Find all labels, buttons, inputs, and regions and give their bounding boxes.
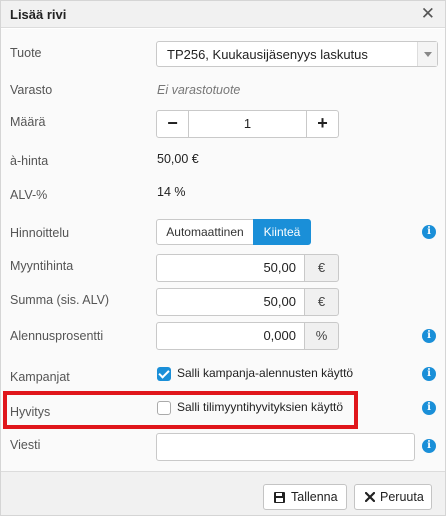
info-icon[interactable]: i (422, 401, 436, 415)
cancel-icon (365, 492, 375, 502)
add-row-dialog: Lisää rivi ✕ Tuote TP256, Kuukausijäseny… (0, 0, 446, 516)
decrease-quantity-button[interactable]: − (156, 110, 189, 138)
dialog-footer: Tallenna Peruuta (1, 471, 445, 515)
quantity-stepper: − 1 + (156, 110, 339, 138)
campaigns-label: Kampanjat (10, 370, 70, 384)
campaigns-checkbox-label[interactable]: Salli kampanja-alennusten käyttö (177, 366, 353, 380)
increase-quantity-button[interactable]: + (306, 110, 339, 138)
vat-label: ALV-% (10, 188, 48, 202)
save-button[interactable]: Tallenna (263, 484, 347, 510)
total-group: 50,00 € (156, 288, 339, 316)
chevron-down-icon[interactable] (417, 42, 437, 66)
close-icon[interactable]: ✕ (421, 4, 435, 24)
sale-price-group: 50,00 € (156, 254, 339, 282)
discount-unit: % (304, 322, 339, 350)
info-icon[interactable]: i (422, 367, 436, 381)
product-select-value: TP256, Kuukausijäsenyys laskutus (167, 47, 368, 62)
save-button-label: Tallenna (291, 490, 338, 504)
message-input[interactable] (156, 433, 415, 461)
warehouse-value: Ei varastotuote (157, 83, 241, 97)
credits-checkbox-label[interactable]: Salli tilimyyntihyvityksien käyttö (177, 400, 343, 414)
cancel-button[interactable]: Peruuta (354, 484, 432, 510)
sale-price-label: Myyntihinta (10, 259, 74, 273)
discount-input[interactable]: 0,000 (156, 322, 305, 350)
pricing-label: Hinnoittelu (10, 226, 70, 240)
discount-label: Alennusprosentti (10, 329, 104, 343)
quantity-input[interactable]: 1 (188, 110, 307, 138)
product-select[interactable]: TP256, Kuukausijäsenyys laskutus (156, 41, 438, 67)
campaigns-checkbox[interactable] (157, 367, 171, 381)
quantity-label: Määrä (10, 115, 46, 129)
credits-checkbox[interactable] (157, 401, 171, 415)
message-label: Viesti (10, 438, 41, 452)
info-icon[interactable]: i (422, 329, 436, 343)
sale-price-input[interactable]: 50,00 (156, 254, 305, 282)
cancel-button-label: Peruuta (380, 490, 424, 504)
info-icon[interactable]: i (422, 225, 436, 239)
product-label: Tuote (10, 46, 42, 60)
info-icon[interactable]: i (422, 439, 436, 453)
total-input[interactable]: 50,00 (156, 288, 305, 316)
dialog-header: Lisää rivi ✕ (1, 1, 445, 28)
discount-group: 0,000 % (156, 322, 339, 350)
sale-price-unit: € (304, 254, 339, 282)
total-label: Summa (sis. ALV) (10, 293, 110, 307)
total-unit: € (304, 288, 339, 316)
warehouse-label: Varasto (10, 83, 53, 97)
pricing-option-automatic[interactable]: Automaattinen (156, 219, 254, 245)
dialog-title: Lisää rivi (10, 7, 67, 22)
credits-label: Hyvitys (10, 405, 51, 419)
vat-value: 14 % (157, 185, 186, 199)
unit-price-label: à-hinta (10, 154, 49, 168)
unit-price-value: 50,00 € (157, 152, 199, 166)
pricing-option-fixed[interactable]: Kiinteä (253, 219, 311, 245)
save-icon (274, 492, 285, 503)
